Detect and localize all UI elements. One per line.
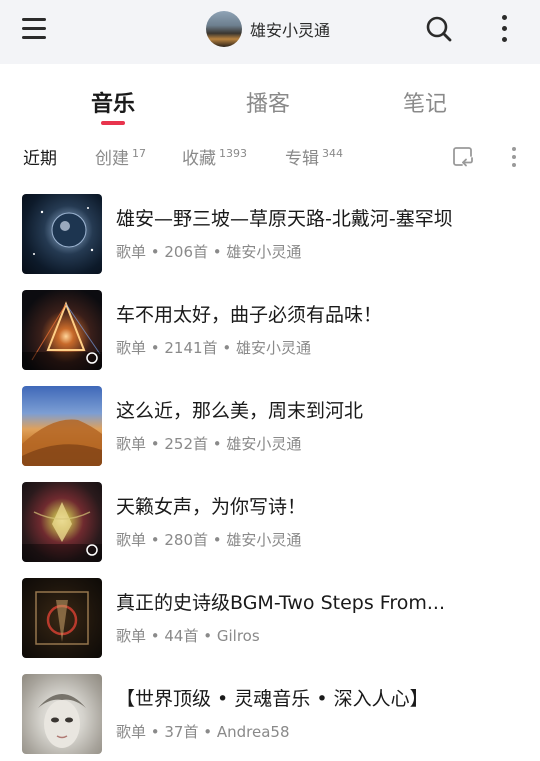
subtab-created-label: 创建 — [95, 149, 129, 169]
playlist-item[interactable]: 这么近，那么美，周末到河北 歌单 • 252首 • 雄安小灵通 — [0, 386, 540, 482]
tab-podcast[interactable]: 播客 — [246, 86, 290, 118]
subtab-favorites-count: 1393 — [219, 147, 247, 160]
playlist-meta: 歌单 • 206首 • 雄安小灵通 — [116, 243, 302, 261]
subtab-favorites[interactable]: 收藏 1393 — [182, 144, 247, 169]
subtab-more-icon[interactable] — [510, 146, 518, 168]
tab-music[interactable]: 音乐 — [91, 86, 135, 118]
search-icon[interactable] — [424, 14, 454, 44]
playlist-meta: 歌单 • 280首 • 雄安小灵通 — [116, 531, 302, 549]
playlist-title: 天籁女声，为你写诗！ — [116, 496, 307, 518]
playlist-title: 这么近，那么美，周末到河北 — [116, 400, 364, 422]
more-vertical-icon[interactable] — [494, 12, 514, 46]
username[interactable]: 雄安小灵通 — [250, 17, 330, 41]
playlist-meta: 歌单 • 44首 • Gilros — [116, 627, 260, 645]
playlist-cover — [22, 290, 102, 370]
playlist-title: 【世界顶级 • 灵魂音乐 • 深入人心】 — [116, 688, 429, 710]
playlist-cover — [22, 578, 102, 658]
playlist-meta: 歌单 • 252首 • 雄安小灵通 — [116, 435, 302, 453]
avatar[interactable] — [206, 11, 242, 47]
hamburger-menu-icon[interactable] — [20, 14, 50, 44]
playlist-item[interactable]: 雄安—野三坡—草原天路-北戴河-塞罕坝 歌单 • 206首 • 雄安小灵通 — [0, 194, 540, 290]
playlist-meta: 歌单 • 37首 • Andrea58 — [116, 723, 290, 741]
playlist-meta: 歌单 • 2141首 • 雄安小灵通 — [116, 339, 311, 357]
playlist-cover — [22, 194, 102, 274]
playlist-item[interactable]: 车不用太好，曲子必须有品味！ 歌单 • 2141首 • 雄安小灵通 — [0, 290, 540, 386]
import-playlist-icon[interactable] — [451, 145, 475, 169]
subtab-albums-count: 344 — [322, 147, 343, 160]
subtab-recent[interactable]: 近期 — [23, 144, 57, 169]
playlist-item[interactable]: 天籁女声，为你写诗！ 歌单 • 280首 • 雄安小灵通 — [0, 482, 540, 578]
subtab-favorites-label: 收藏 — [182, 149, 216, 169]
top-bar: 雄安小灵通 — [0, 0, 540, 64]
playlist-cover — [22, 674, 102, 754]
playlist-title: 真正的史诗级BGM-Two Steps From... — [116, 592, 445, 614]
tab-notes[interactable]: 笔记 — [403, 86, 447, 118]
user-profile[interactable]: 雄安小灵通 — [206, 10, 330, 48]
playlist-cover — [22, 482, 102, 562]
playlist-title: 雄安—野三坡—草原天路-北戴河-塞罕坝 — [116, 208, 453, 230]
subtab-albums[interactable]: 专辑 344 — [285, 144, 343, 169]
subtab-created-count: 17 — [132, 147, 146, 160]
playlist-title: 车不用太好，曲子必须有品味！ — [116, 304, 383, 326]
subtab-created[interactable]: 创建 17 — [95, 144, 146, 169]
playlist-item[interactable]: 真正的史诗级BGM-Two Steps From... 歌单 • 44首 • G… — [0, 578, 540, 674]
playlist-cover — [22, 386, 102, 466]
subtab-albums-label: 专辑 — [285, 149, 319, 169]
active-tab-indicator — [101, 121, 125, 125]
subtab-recent-label: 近期 — [23, 149, 57, 169]
playlist-item[interactable]: 【世界顶级 • 灵魂音乐 • 深入人心】 歌单 • 37首 • Andrea58 — [0, 674, 540, 761]
